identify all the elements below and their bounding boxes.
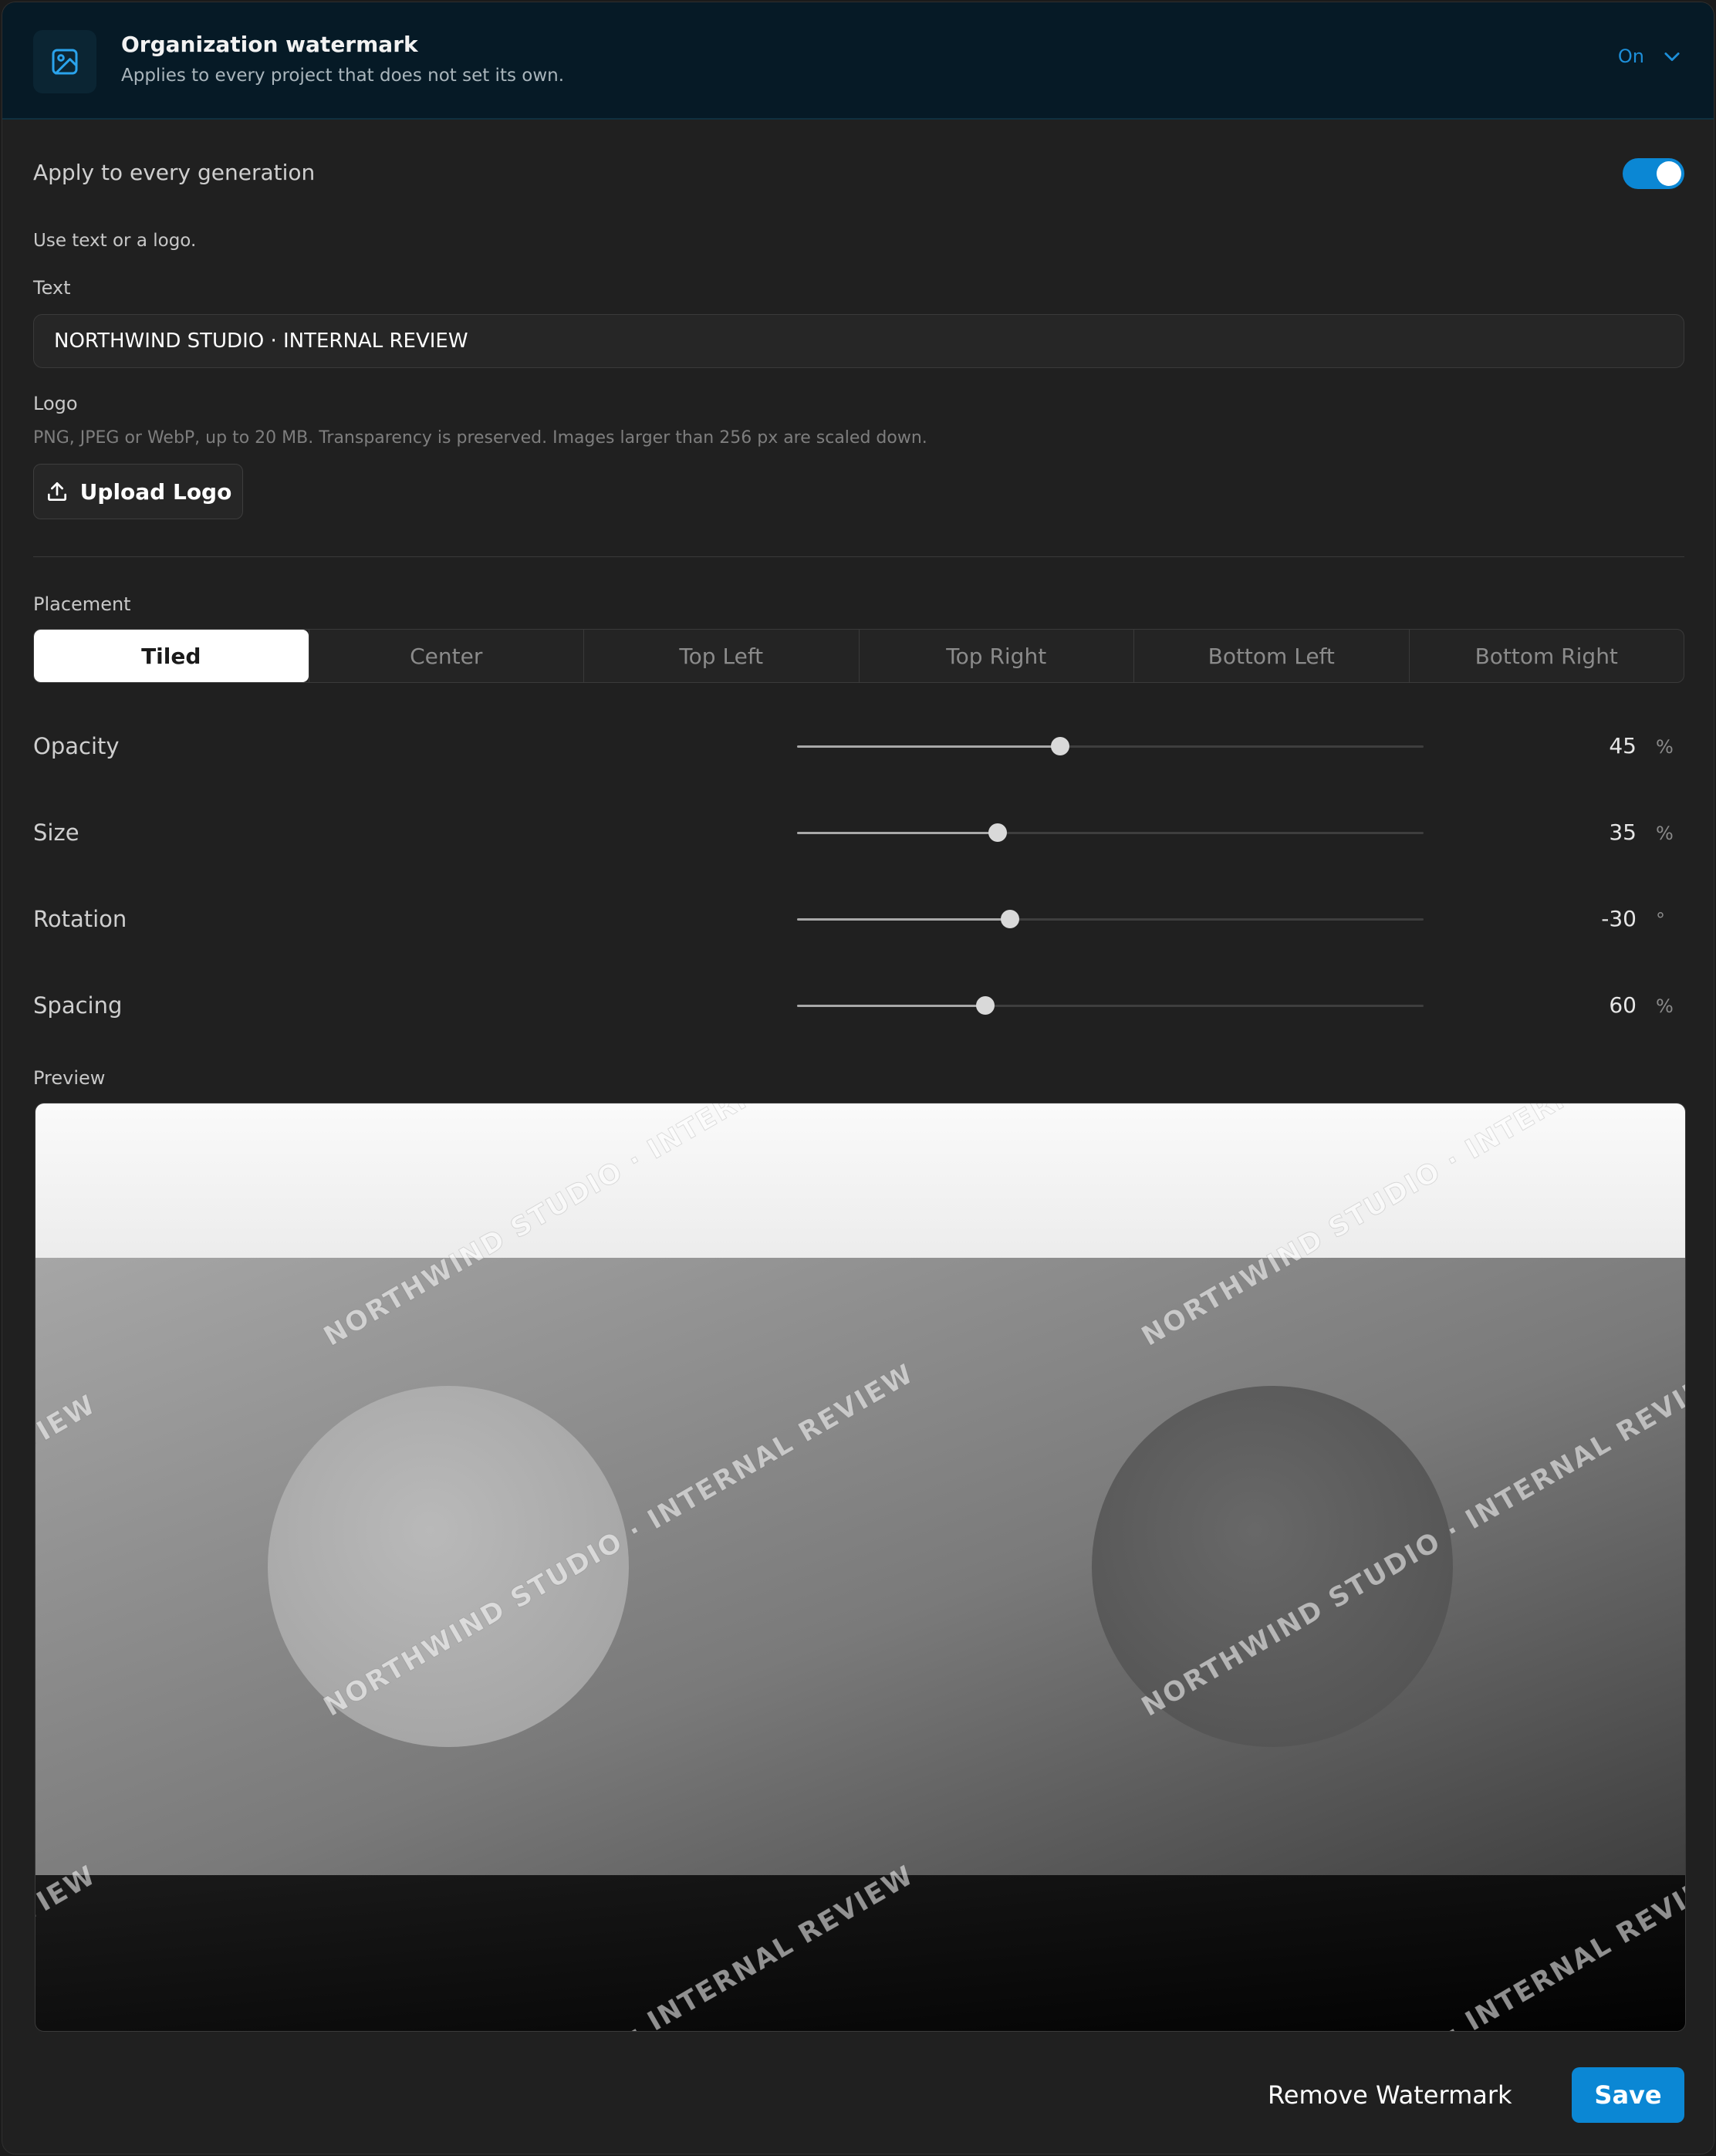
rotation-label: Rotation [33,906,127,932]
opacity-slider[interactable] [797,737,1424,755]
size-value[interactable]: 35 [1609,809,1637,856]
spacing-slider[interactable] [797,996,1424,1015]
spacing-unit: % [1656,995,1674,1017]
opacity-unit: % [1656,736,1674,758]
apply-all-toggle[interactable] [1623,158,1684,189]
placement-label: Placement [33,593,131,615]
hint-text: Use text or a logo. [33,231,197,251]
placement-option-tiled[interactable]: Tiled [34,630,309,682]
spacing-label: Spacing [33,992,123,1019]
size-unit: % [1656,823,1674,844]
size-label: Size [33,819,79,846]
watermark-preview: NORTHWIND STUDIO · INTERNAL REVIEW NORTHW… [35,1103,1686,2032]
slider-fill [797,745,1061,748]
logo-label: Logo [33,393,78,414]
slider-thumb[interactable] [975,996,995,1015]
watermark-header[interactable]: Organization watermark Applies to every … [2,2,1714,120]
size-slider[interactable] [797,823,1424,842]
rotation-slider[interactable] [797,910,1424,928]
upload-icon [47,482,66,501]
section-subtitle: Applies to every project that does not s… [121,66,565,86]
opacity-label: Opacity [33,733,120,759]
size-slider-row: Size 35 % [2,809,1714,856]
slider-fill [797,832,998,834]
status-label: On [1617,46,1644,67]
placement-option-center[interactable]: Center [308,630,584,682]
slider-thumb[interactable] [988,823,1007,842]
placement-segmented-control: Tiled Center Top Left Top Right Bottom L… [33,629,1684,683]
remove-watermark-button[interactable]: Remove Watermark [1268,2067,1512,2123]
toggle-knob [1657,161,1681,186]
chevron-down-icon [1664,52,1680,62]
spacing-value[interactable]: 60 [1609,982,1637,1029]
opacity-slider-row: Opacity 45 % [2,723,1714,769]
rotation-slider-row: Rotation -30 ° [2,896,1714,942]
image-icon [33,30,96,93]
logo-help-text: PNG, JPEG or WebP, up to 20 MB. Transpar… [33,428,927,448]
save-button[interactable]: Save [1572,2067,1684,2123]
slider-fill [797,918,1011,921]
watermark-text-input[interactable] [33,314,1684,368]
apply-all-label: Apply to every generation [33,160,316,185]
rotation-value[interactable]: -30 [1601,896,1637,942]
preview-image: NORTHWIND STUDIO · INTERNAL REVIEW NORTHW… [35,1103,1685,2031]
spacing-slider-row: Spacing 60 % [2,982,1714,1029]
placement-option-top-left[interactable]: Top Left [583,630,859,682]
section-collapse-toggle[interactable]: On [1618,46,1683,67]
slider-thumb[interactable] [1051,737,1070,755]
opacity-value[interactable]: 45 [1609,723,1637,769]
upload-logo-label: Upload Logo [79,478,232,505]
section-title: Organization watermark [121,32,418,57]
watermark-settings-panel: Organization watermark Applies to every … [2,2,1714,2154]
placement-option-bottom-left[interactable]: Bottom Left [1133,630,1409,682]
text-field-label: Text [33,277,71,299]
placement-option-bottom-right[interactable]: Bottom Right [1408,630,1684,682]
divider [33,556,1684,557]
slider-thumb[interactable] [1001,910,1020,928]
rotation-unit: ° [1656,909,1665,931]
upload-logo-button[interactable]: Upload Logo [33,464,243,519]
slider-fill [797,1005,985,1007]
placement-option-top-right[interactable]: Top Right [858,630,1134,682]
preview-label: Preview [33,1067,106,1089]
